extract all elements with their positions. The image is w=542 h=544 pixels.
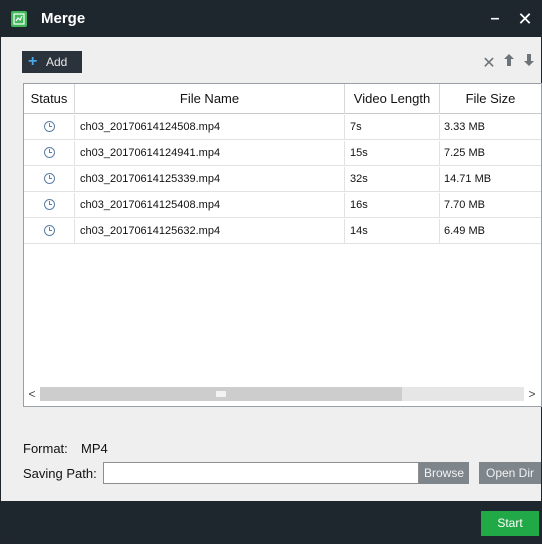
video-length-cell: 32s	[345, 167, 440, 192]
window-title: Merge	[41, 10, 86, 27]
clock-icon	[43, 172, 55, 184]
file-name-cell: ch03_20170614125632.mp4	[75, 219, 345, 244]
arrow-up-icon[interactable]	[501, 53, 517, 71]
clock-icon	[43, 146, 55, 158]
file-name-cell: ch03_20170614124941.mp4	[75, 141, 345, 166]
file-size-cell: 7.70 MB	[444, 199, 485, 211]
clock-icon	[43, 198, 55, 210]
clock-icon	[43, 224, 55, 236]
table-row[interactable]: ch03_20170614124941.mp4 15s 7.25 MB	[24, 141, 541, 166]
toolbar: + Add ✕	[1, 37, 541, 83]
remove-icon[interactable]: ✕	[481, 53, 497, 72]
column-header-video-length[interactable]: Video Length	[345, 84, 440, 114]
column-header-file-size[interactable]: File Size	[440, 84, 541, 114]
video-length-cell: 7s	[345, 115, 440, 140]
file-size-cell: 14.71 MB	[444, 173, 492, 185]
file-name-cell: ch03_20170614125339.mp4	[75, 167, 345, 192]
table-row[interactable]: ch03_20170614125339.mp4 32s 14.71 MB	[24, 167, 541, 192]
scroll-right-arrow-icon[interactable]: >	[524, 386, 540, 402]
status-cell	[24, 141, 75, 166]
title-bar[interactable]: Merge – ✕	[1, 1, 541, 37]
file-table: Status File Name Video Length File Size …	[23, 83, 542, 407]
footer-bar: Start	[1, 501, 541, 543]
file-size-cell: 6.49 MB	[444, 225, 485, 237]
merge-app-icon	[11, 11, 27, 27]
saving-path-label: Saving Path:	[23, 466, 97, 481]
file-name-cell: ch03_20170614125408.mp4	[75, 193, 345, 218]
close-button[interactable]: ✕	[513, 7, 537, 31]
status-cell	[24, 219, 75, 244]
video-length-cell: 16s	[345, 193, 440, 218]
video-length-cell: 15s	[345, 141, 440, 166]
table-row[interactable]: ch03_20170614125632.mp4 14s 6.49 MB	[24, 219, 541, 244]
status-cell	[24, 193, 75, 218]
scroll-thumb[interactable]	[40, 387, 402, 401]
scroll-grip	[216, 391, 226, 397]
merge-window: Merge – ✕ + Add ✕ Status File Name Video…	[0, 0, 542, 544]
video-length-cell: 14s	[345, 219, 440, 244]
table-row[interactable]: ch03_20170614124508.mp4 7s 3.33 MB	[24, 115, 541, 140]
plus-icon: +	[28, 53, 38, 70]
column-header-status[interactable]: Status	[24, 84, 75, 114]
scroll-track[interactable]	[40, 387, 524, 401]
format-value: MP4	[81, 441, 108, 456]
open-dir-button[interactable]: Open Dir	[479, 462, 541, 484]
browse-button[interactable]: Browse	[419, 462, 469, 484]
status-cell	[24, 167, 75, 192]
arrow-down-icon[interactable]	[521, 53, 537, 71]
clock-icon	[43, 120, 55, 132]
add-button[interactable]: + Add	[22, 51, 82, 73]
saving-path-input[interactable]	[103, 462, 419, 484]
file-size-cell: 3.33 MB	[444, 121, 485, 133]
column-header-file-name[interactable]: File Name	[75, 84, 345, 114]
scroll-left-arrow-icon[interactable]: <	[24, 386, 40, 402]
file-size-cell: 7.25 MB	[444, 147, 485, 159]
file-name-cell: ch03_20170614124508.mp4	[75, 115, 345, 140]
add-button-label: Add	[46, 55, 68, 69]
start-button[interactable]: Start	[481, 511, 539, 536]
minimize-button[interactable]: –	[483, 7, 507, 31]
table-row[interactable]: ch03_20170614125408.mp4 16s 7.70 MB	[24, 193, 541, 218]
horizontal-scrollbar[interactable]: < >	[24, 384, 541, 406]
table-header: Status File Name Video Length File Size	[24, 84, 541, 114]
format-label: Format:	[23, 441, 68, 456]
status-cell	[24, 115, 75, 140]
